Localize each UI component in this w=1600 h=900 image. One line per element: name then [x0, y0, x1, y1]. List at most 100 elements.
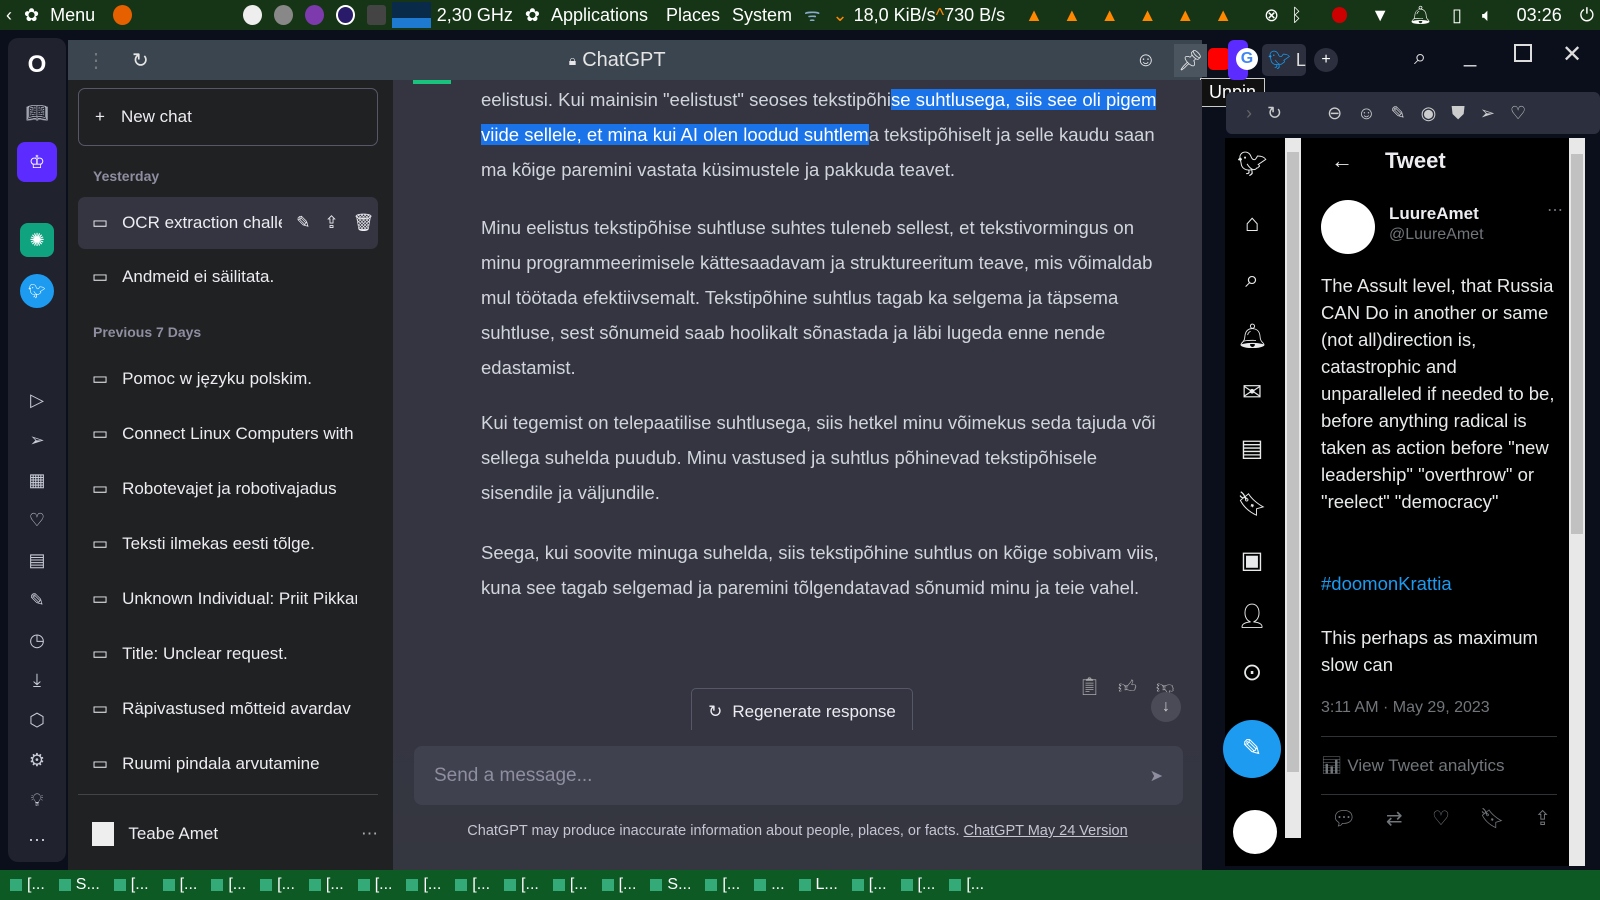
author-handle[interactable]: @LuureAmet	[1389, 226, 1484, 244]
view-analytics-link[interactable]: 📊︎ View Tweet analytics	[1321, 752, 1561, 779]
taskbar-window-button[interactable]: S...	[650, 876, 691, 894]
taskbar-window-button[interactable]: [...	[406, 876, 441, 894]
taskbar-window-button[interactable]: [...	[308, 876, 344, 894]
firefox-icon[interactable]	[113, 5, 133, 25]
messages-icon[interactable]: ✉	[1237, 378, 1267, 408]
chat-item[interactable]: ▭ Ruumi pindala arvutamine	[78, 738, 378, 790]
twitter-blue-icon[interactable]: ▣	[1237, 546, 1267, 576]
taskbar-window-button[interactable]: [...	[601, 876, 636, 894]
emoji-icon[interactable]: ☺	[1136, 49, 1156, 72]
opera-logo-icon[interactable]: O	[20, 48, 54, 82]
xbox-icon[interactable]: ⊗	[1264, 5, 1279, 26]
rename-icon[interactable]: ✎	[296, 213, 310, 233]
tor-icon[interactable]	[304, 5, 324, 25]
drag-handle-icon[interactable]: ⋮	[86, 48, 106, 73]
applications-menu[interactable]: ✿ Applications	[525, 5, 654, 26]
reload-icon[interactable]: ↻	[1267, 103, 1282, 124]
youtube-tab-icon[interactable]	[1208, 48, 1230, 70]
retweet-icon[interactable]: ⇄	[1386, 806, 1403, 831]
search-icon[interactable]: ⌕	[1414, 44, 1426, 70]
panel-left-arrow[interactable]: ‹	[6, 5, 12, 26]
record-icon[interactable]	[1331, 7, 1348, 23]
explore-search-icon[interactable]: ⌕	[1237, 266, 1267, 296]
chatgpt-icon[interactable]: ✺	[20, 223, 54, 257]
clock[interactable]: 03:26	[1517, 5, 1562, 26]
edit-icon[interactable]: ✎	[20, 583, 54, 617]
emoji-icon[interactable]: ☺	[1357, 103, 1375, 124]
opera-icon[interactable]	[335, 5, 356, 25]
author-name[interactable]: LuureAmet	[1389, 204, 1479, 224]
crown-icon[interactable]: ♔	[17, 142, 57, 182]
terminal-icon[interactable]	[367, 5, 387, 25]
settings-icon[interactable]: ⚙	[20, 743, 54, 777]
regenerate-response-button[interactable]: ↻ Regenerate response	[691, 688, 913, 735]
chat-item[interactable]: ▭ Teksti ilmekas eesti tõlge.	[78, 518, 378, 570]
taskbar-window-button[interactable]: [...	[455, 876, 490, 894]
send-icon[interactable]: ➢	[1480, 103, 1495, 124]
like-icon[interactable]: ♡	[1432, 806, 1450, 831]
profile-icon[interactable]: 👤︎	[1237, 602, 1267, 632]
twitter-logo-icon[interactable]: 🐦︎	[1237, 150, 1267, 180]
forward-icon[interactable]: ›	[1246, 103, 1252, 124]
taskbar-window-button[interactable]: [...	[552, 876, 588, 894]
taskbar-window-button[interactable]: [...	[900, 876, 935, 894]
delete-icon[interactable]: 🗑︎	[353, 213, 375, 233]
left-scrollbar[interactable]	[1285, 138, 1301, 838]
reply-icon[interactable]: 💬︎	[1331, 806, 1356, 831]
taskbar-window-button[interactable]: [...	[357, 876, 392, 894]
minimize-button[interactable]: _	[1464, 42, 1476, 68]
taskbar-window-button[interactable]: [...	[705, 876, 740, 894]
news-icon[interactable]: ▤	[20, 543, 54, 577]
menu-button[interactable]: ✿ Menu	[24, 5, 101, 26]
new-chat-button[interactable]: + New chat	[78, 88, 378, 146]
lists-icon[interactable]: ▤	[1237, 434, 1267, 464]
chat-item[interactable]: ▭ Andmeid ei säilitata.	[78, 251, 378, 303]
chat-item[interactable]: ▭ Räpivastused mõtteid avardav	[78, 683, 378, 735]
bookmark-icon[interactable]: 🔖︎	[1479, 806, 1504, 831]
bookmarks-icon[interactable]: 🔖︎	[1237, 490, 1267, 520]
twitter-tab[interactable]: 🐦︎ L	[1262, 44, 1306, 76]
notifications-icon[interactable]: 🔔︎	[1237, 322, 1267, 352]
home-icon[interactable]: ⌂	[1237, 210, 1267, 240]
taskbar-window-button[interactable]: L...	[798, 876, 838, 894]
right-scrollbar[interactable]	[1569, 138, 1585, 866]
tweet-more-icon[interactable]: ⋯	[1547, 200, 1563, 220]
reload-icon[interactable]: ↻	[132, 48, 149, 73]
taskbar-window-button[interactable]: [...	[211, 876, 246, 894]
snapshot-edit-icon[interactable]: ✎	[1391, 103, 1406, 124]
more-icon[interactable]: ⊙	[1237, 658, 1267, 688]
chat-item[interactable]: ▭ Robotevajet ja robotivajadus	[78, 463, 378, 515]
heart-icon[interactable]: ♡	[20, 503, 54, 537]
taskbar-window-button[interactable]: [...	[949, 876, 984, 894]
twitter-icon[interactable]: 🐦︎	[20, 274, 54, 308]
chat-item[interactable]: ▭ OCR extraction challenge ✎ ⇪ 🗑︎	[78, 197, 378, 249]
version-link[interactable]: ChatGPT May 24 Version	[964, 823, 1128, 839]
bluetooth-icon[interactable]: ᛒ	[1291, 5, 1302, 26]
sidebar-more-icon[interactable]: ⋯	[20, 823, 54, 857]
lightbulb-icon[interactable]: 💡︎	[20, 783, 54, 817]
close-button[interactable]: ✕	[1562, 40, 1582, 69]
search-app-icon[interactable]	[242, 5, 262, 25]
send-icon[interactable]: ➤	[1150, 766, 1163, 786]
tweet-timestamp[interactable]: 3:11 AM · May 29, 2023	[1321, 694, 1561, 721]
download-icon[interactable]: ⤓	[20, 663, 54, 697]
heart-icon[interactable]: ♡	[1510, 103, 1526, 124]
message-input[interactable]: Send a message... ➤	[414, 746, 1183, 805]
taskbar-window-button[interactable]: S...	[58, 876, 100, 894]
share-icon[interactable]: ⇪	[324, 213, 338, 233]
play-icon[interactable]: ▷	[20, 383, 54, 417]
scroll-down-button[interactable]: ↓	[1151, 692, 1181, 722]
history-icon[interactable]: ◷	[20, 623, 54, 657]
taskbar-window-button[interactable]: [...	[10, 876, 45, 894]
chat-item[interactable]: ▭ Unknown Individual: Priit Pikkar	[78, 573, 378, 625]
book-icon[interactable]: 📖︎	[20, 96, 54, 130]
taskbar-window-button[interactable]: [...	[113, 876, 149, 894]
user-account-button[interactable]: Teabe Amet ⋯	[78, 808, 378, 860]
camera-icon[interactable]: ◉	[1421, 103, 1437, 124]
taskbar-window-button[interactable]: [...	[851, 876, 887, 894]
cube-icon[interactable]: ⬡	[20, 703, 54, 737]
thumbs-up-icon[interactable]: 👍︎	[1118, 676, 1137, 698]
chat-item[interactable]: ▭ Title: Unclear request.	[78, 628, 378, 680]
apps-grid-icon[interactable]: ▦	[20, 463, 54, 497]
vlc-icons[interactable]: ▲▲▲▲▲▲	[1025, 5, 1252, 26]
